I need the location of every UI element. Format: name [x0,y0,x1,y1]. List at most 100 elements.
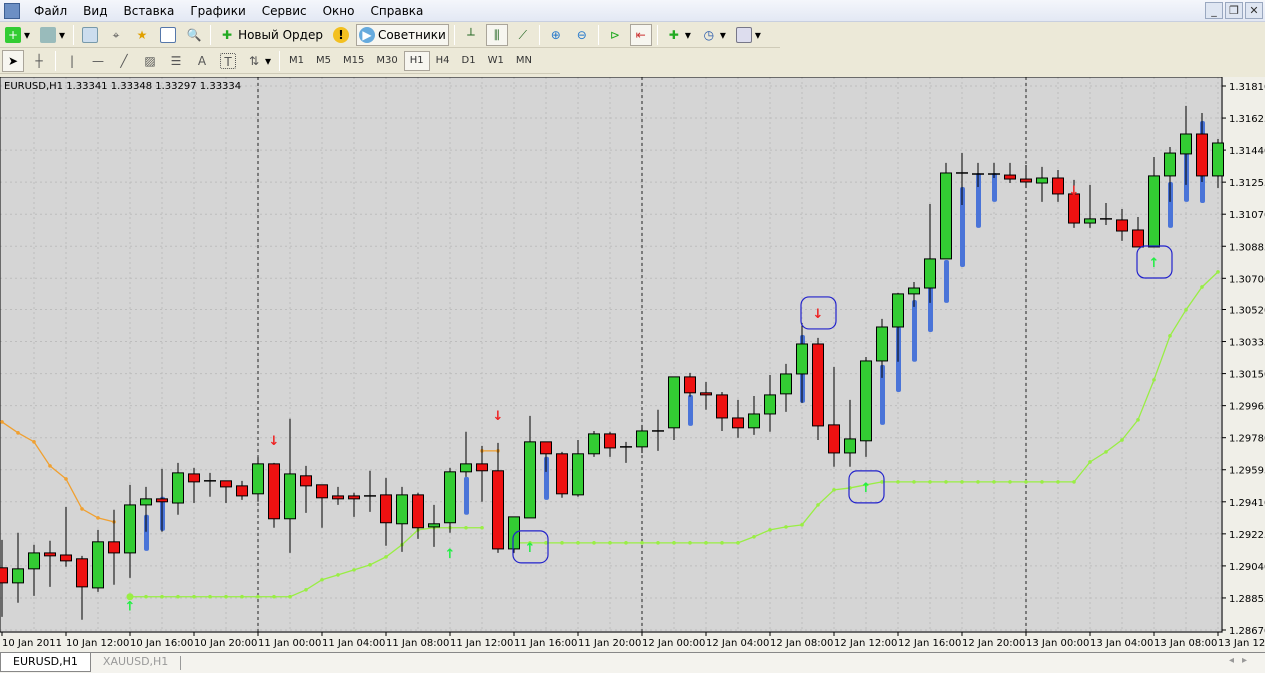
buy-arrow-icon: ↑ [1149,256,1160,271]
trailing-stop-line-point [544,541,548,545]
candle-body [1116,219,1128,232]
zoom-in-button[interactable]: ⊕ [545,24,567,46]
new-chart-button[interactable]: + ▾ [2,24,33,46]
menu-item[interactable]: Файл [26,4,75,18]
vertical-line-button[interactable]: | [61,50,83,72]
auto-scroll-button[interactable]: ⊳ [604,24,626,46]
candle-body [748,413,760,429]
candle-body [492,470,504,550]
bar-chart-button[interactable]: ┴ [460,24,482,46]
candle-body [348,495,360,500]
trailing-stop-line-point [304,588,308,592]
time-tick-label: 12 Jan 12:00 [834,638,897,649]
candle-body [300,475,312,487]
candle-body [588,433,600,455]
candle-body [1132,229,1144,248]
trailing-stop-line-point [928,480,932,484]
timeframe-h4-button[interactable]: H4 [430,51,456,71]
zoom-out-button[interactable]: ⊖ [571,24,593,46]
profiles-button[interactable]: ▾ [37,24,68,46]
time-tick-label: 13 Jan 00:00 [1026,638,1089,649]
fibonacci-button[interactable]: ☰ [165,50,187,72]
price-tick-label: 1.29595 [1229,466,1265,477]
horizontal-line-button[interactable]: — [87,50,109,72]
separator [597,25,599,45]
trailing-stop-line-point [1056,480,1060,484]
trailing-stop-line-point [656,541,660,545]
text-label-button[interactable]: T [217,50,239,72]
trailing-stop-line-point [720,541,724,545]
menu-item[interactable]: Справка [363,4,432,18]
warning-icon: ! [332,27,349,43]
data-window-button[interactable]: ⌖ [105,24,127,46]
time-tick-label: 11 Jan 08:00 [386,638,449,649]
candle-body [556,453,568,495]
menu-item[interactable]: Вставка [115,4,182,18]
candlestick-button[interactable]: ⫼ [485,24,508,46]
timeframe-w1-button[interactable]: W1 [482,51,510,71]
timeframe-m15-button[interactable]: M15 [337,51,370,71]
arrows-button[interactable]: ⇅ ▾ [243,50,274,72]
candle-body [684,376,696,394]
chart-tab[interactable]: XAUUSD,H1 [91,656,182,670]
chart-canvas: 1.31810 1.31625 1.31440 1.31255 1.31070 1.308… [0,77,1265,652]
candle-body [12,568,24,584]
timeframe-h1-button[interactable]: H1 [403,51,430,71]
trailing-stop-line-point [1120,438,1124,442]
templates-button[interactable]: ▾ [733,24,764,46]
timeframe-d1-button[interactable]: D1 [456,51,482,71]
chart-tab[interactable]: EURUSD,H1 [0,653,91,672]
market-watch-button[interactable] [79,24,101,46]
line-chart-button[interactable]: ⟋ [512,24,534,46]
plot-frame [0,77,1223,633]
terminal-button[interactable] [157,24,179,46]
equidistant-channel-button[interactable]: ▨ [139,50,161,72]
crosshair-button[interactable]: ┼ [28,50,50,72]
menu-item[interactable]: Графики [182,4,253,18]
trailing-stop-line-point [208,594,212,599]
menu-item[interactable]: Вид [75,4,115,18]
minimize-button[interactable]: _ [1205,2,1223,19]
new-order-button[interactable]: ✚ Новый Ордер [216,24,326,46]
strategy-tester-button[interactable]: 🔍 [183,24,205,46]
experts-button[interactable]: ▶ Советники [355,24,449,46]
candle-body [316,484,328,499]
navigator-button[interactable]: ★ [131,24,153,46]
chart-shift-button[interactable]: ⇤ [629,24,652,46]
standard-toolbar: + ▾ ▾ ⌖ ★ 🔍 ✚ Новый Ордер ! ▶ Советники ┴ ⫼… [0,23,780,48]
restore-button[interactable]: ❐ [1225,2,1243,19]
price-tick-label: 1.28855 [1229,594,1265,605]
time-tick-label: 12 Jan 16:00 [898,638,961,649]
trendline-button[interactable]: ╱ [113,50,135,72]
price-chart[interactable]: EURUSD,H1 1.33341 1.33348 1.33297 1.3333… [0,77,1265,652]
menu-item[interactable]: Сервис [254,4,315,18]
upper-line [1,421,115,523]
periods-button[interactable]: ◷ ▾ [698,24,729,46]
trailing-stop-line-point [736,541,740,545]
time-tick-label: 12 Jan 00:00 [642,638,705,649]
crosshair-icon: ⌖ [112,28,120,42]
trailing-stop-line-point [704,541,708,545]
tab-scroll-arrows[interactable]: ◂▸ [1229,655,1255,666]
timeframe-m30-button[interactable]: M30 [370,51,403,71]
candle-body [60,554,72,562]
indicators-button[interactable]: ✚ ▾ [663,24,694,46]
zoom-in-icon: ⊕ [550,28,561,42]
timeframe-list: M1 M5 M15 M30 H1 H4 D1 W1 MN [283,51,538,71]
candle-body [428,523,440,528]
shadow-bar [464,476,469,515]
timeframe-m5-button[interactable]: M5 [310,51,337,71]
cursor-button[interactable]: ➤ [2,50,24,72]
warning-button[interactable]: ! [330,24,352,46]
close-button[interactable]: ✕ [1245,2,1263,19]
candle-body [732,417,744,429]
timeframe-m1-button[interactable]: M1 [283,51,310,71]
shadow-bar [688,394,693,426]
candle-body [636,430,648,448]
separator [453,25,455,45]
timeframe-mn-button[interactable]: MN [510,51,538,71]
star-folder-icon: ★ [136,28,148,42]
text-button[interactable]: A [191,50,213,72]
experts-icon: ▶ [358,27,375,43]
menu-item[interactable]: Окно [315,4,363,18]
